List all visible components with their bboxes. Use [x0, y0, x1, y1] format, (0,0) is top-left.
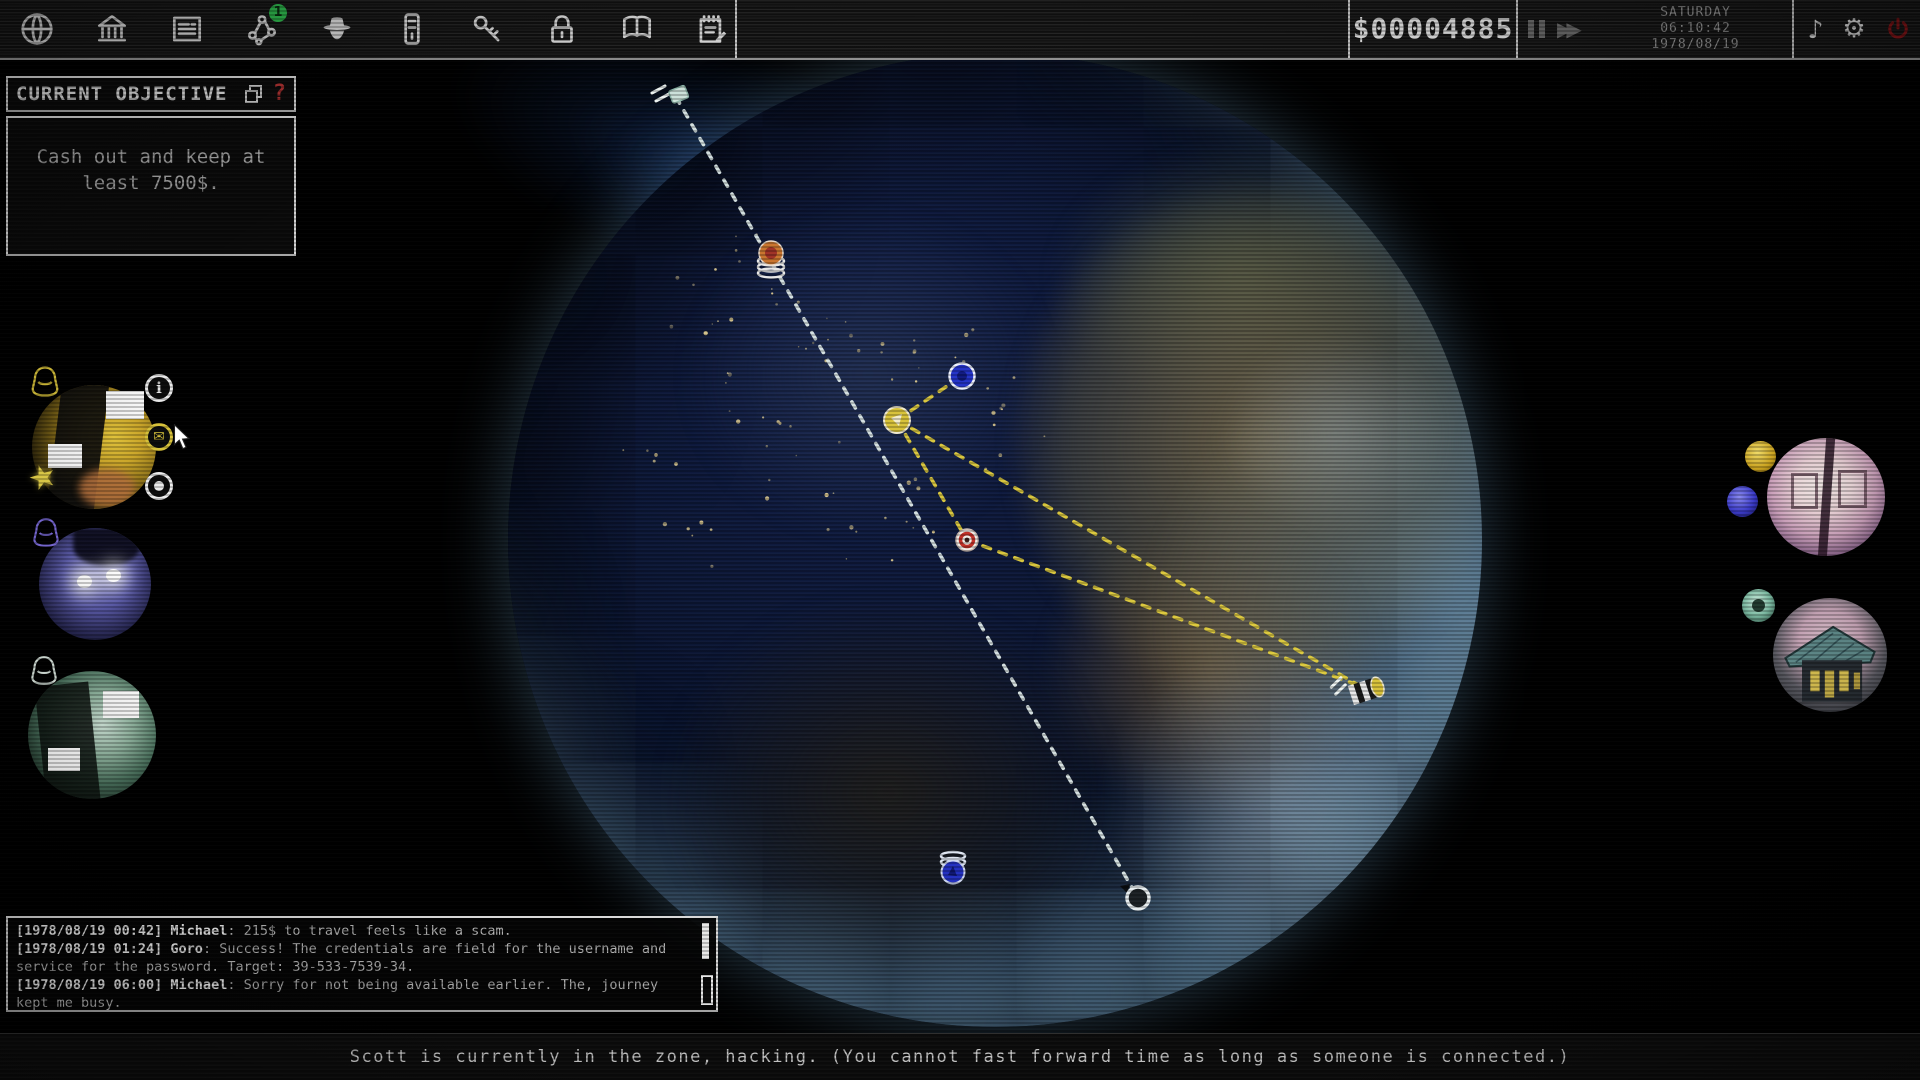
server-node-blue[interactable]: [950, 364, 975, 389]
day-label: SATURDAY: [1608, 5, 1783, 21]
window: [1838, 470, 1868, 508]
toolbar: 1: [16, 0, 733, 58]
action-button[interactable]: [145, 472, 173, 500]
satellite-node[interactable]: [652, 85, 689, 103]
settings-gear-icon[interactable]: ⚙: [1842, 14, 1865, 44]
key-icon[interactable]: [466, 8, 508, 50]
contact-badge-yellow[interactable]: [1745, 441, 1776, 472]
pause-button[interactable]: [1528, 20, 1545, 38]
connection-line-yellow: [897, 420, 1360, 686]
city-lights: [622, 233, 1045, 567]
notes-icon[interactable]: [691, 8, 733, 50]
coin-stack-node[interactable]: [1329, 666, 1386, 710]
objective-header: CURRENT OBJECTIVE ?: [6, 76, 296, 112]
coin-node-blue[interactable]: [941, 852, 965, 884]
top-bar: 1 $00004885 ▶: [0, 0, 1920, 60]
world-map-icon[interactable]: [16, 8, 58, 50]
contact-badge-blue[interactable]: [1727, 486, 1758, 517]
spy-status-icon: [26, 364, 64, 400]
clock-display: SATURDAY 06:10:42 1978/08/19: [1608, 5, 1783, 53]
glowing-eye: [77, 575, 92, 588]
help-icon[interactable]: ?: [273, 83, 286, 105]
encryption-lock-icon[interactable]: [541, 8, 583, 50]
objective-body: Cash out and keep at least 7500$.: [6, 116, 296, 256]
chat-log-panel: [1978/08/19 00:42] Michael: 215$ to trav…: [6, 916, 718, 1012]
status-bar: Scott is currently in the zone, hacking.…: [0, 1033, 1920, 1080]
contact-badge-teal[interactable]: [1742, 589, 1775, 622]
mission-count-badge: 1: [269, 4, 287, 22]
divider: [1516, 0, 1518, 58]
window: [1791, 473, 1818, 508]
glowing-eye: [106, 569, 121, 582]
objective-title: CURRENT OBJECTIVE: [16, 83, 243, 105]
chat-placeholder-square: [106, 391, 144, 419]
connection-line-yellow: [967, 540, 1360, 686]
chat-message: [1978/08/19 01:24] Goro: Success! The cr…: [16, 940, 690, 976]
chat-scrollbar[interactable]: [700, 923, 711, 1005]
location-thumbnail-house[interactable]: [1773, 598, 1887, 712]
money-counter: $00004885: [1352, 0, 1514, 58]
info-button[interactable]: i: [145, 374, 173, 402]
missions-network-icon[interactable]: 1: [241, 8, 283, 50]
time-label: 06:10:42: [1608, 21, 1783, 37]
hardware-icon[interactable]: [391, 8, 433, 50]
chat-message: [1978/08/19 06:00] Michael: Sorry for no…: [16, 976, 690, 1012]
server-node-yellow-active[interactable]: [884, 407, 910, 433]
status-text: Scott is currently in the zone, hacking.…: [350, 1047, 1570, 1067]
divider: [1792, 0, 1794, 58]
spy-status-icon: [26, 654, 62, 688]
window-restore-icon[interactable]: [243, 83, 265, 105]
location-thumbnail-interior[interactable]: [1767, 438, 1885, 556]
spy-status-icon: [28, 516, 64, 550]
date-label: 1978/08/19: [1608, 37, 1783, 53]
bank-icon[interactable]: [91, 8, 133, 50]
chat-placeholder-square: [48, 748, 80, 771]
server-node-white[interactable]: [1120, 884, 1149, 909]
fast-forward-button[interactable]: ▶▶: [1557, 17, 1582, 41]
divider: [735, 0, 737, 58]
mouse-cursor: [170, 424, 194, 454]
trace-line-white: [676, 97, 1138, 898]
time-controls: ▶▶: [1528, 0, 1582, 58]
server-node-orange[interactable]: [758, 241, 784, 278]
game-screen: 1 $00004885 ▶: [0, 0, 1920, 1080]
chat-message: [1978/08/19 00:42] Michael: 215$ to trav…: [16, 922, 690, 940]
learning-book-icon[interactable]: [616, 8, 658, 50]
news-icon[interactable]: [166, 8, 208, 50]
music-icon[interactable]: ♪: [1807, 15, 1823, 44]
divider: [1348, 0, 1350, 58]
system-icons: ♪ ⚙: [1798, 0, 1920, 58]
hacker-icon[interactable]: [316, 8, 358, 50]
scrollbar-thumb[interactable]: [701, 975, 713, 1005]
chat-placeholder-square: [103, 691, 139, 718]
server-node-red[interactable]: [956, 529, 978, 551]
power-icon[interactable]: [1885, 16, 1911, 42]
message-button[interactable]: ✉: [145, 423, 173, 451]
